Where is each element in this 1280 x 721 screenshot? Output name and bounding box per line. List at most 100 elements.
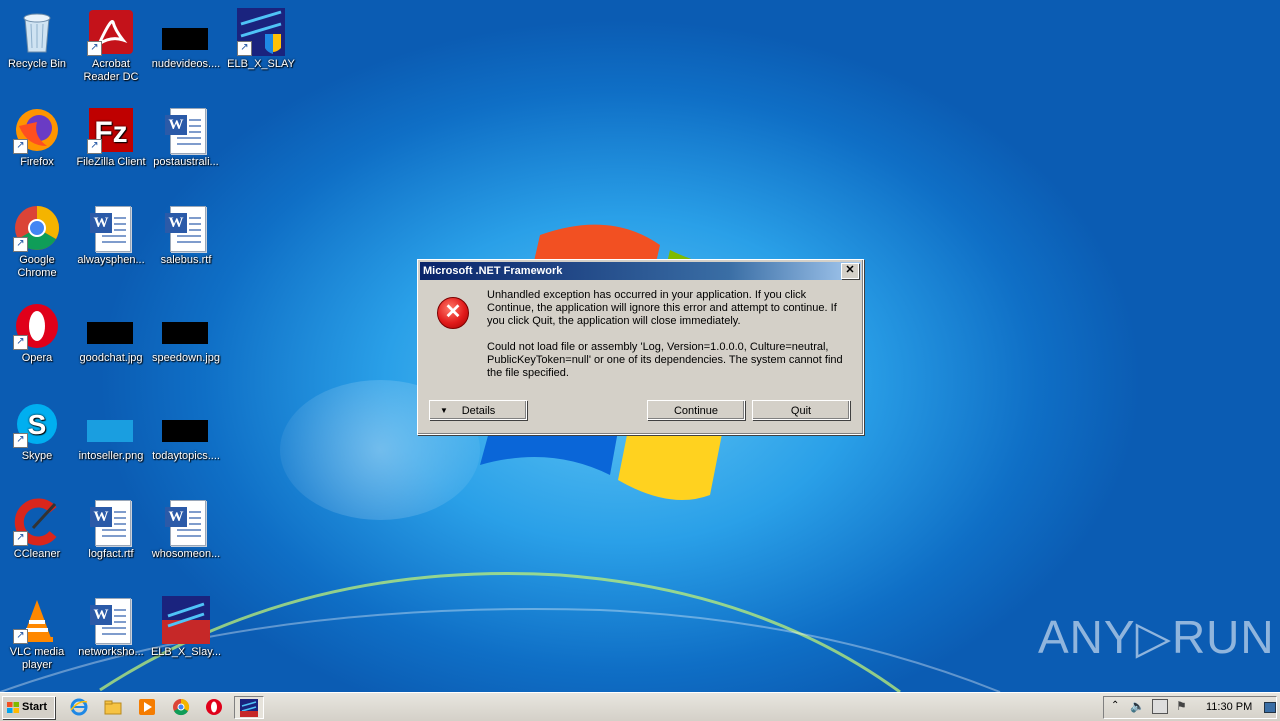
icon-label: Skype xyxy=(21,450,53,462)
desktop-icon-filezilla[interactable]: Fz ↗ FileZilla Client xyxy=(74,102,148,169)
system-tray: ⌃ 🔈 ⚑ 11:30 PM xyxy=(1103,696,1277,719)
flag-icon[interactable]: ⚑ xyxy=(1176,699,1187,713)
details-label: Details xyxy=(461,405,496,417)
shortcut-arrow-icon: ↗ xyxy=(13,531,28,546)
word-document-icon: W xyxy=(162,106,210,154)
chrome-icon[interactable] xyxy=(172,698,190,716)
desktop-icon-recycle-bin[interactable]: Recycle Bin xyxy=(0,4,74,71)
details-button[interactable]: ▼ Details xyxy=(429,400,527,420)
clock[interactable]: 11:30 PM xyxy=(1206,701,1252,713)
elb-x-slay-icon: ↗ xyxy=(237,8,285,56)
dotnet-error-dialog: Microsoft .NET Framework ✕ ✕ Unhandled e… xyxy=(417,259,864,435)
speaker-icon[interactable]: 🔈 xyxy=(1130,699,1145,713)
icon-label: logfact.rtf xyxy=(88,548,134,560)
word-document-icon: W xyxy=(87,596,135,644)
image-thumbnail-icon xyxy=(162,302,210,350)
media-player-icon[interactable] xyxy=(138,698,156,716)
elb-x-slay-icon xyxy=(240,699,258,717)
vlc-icon: ↗ xyxy=(13,596,61,644)
taskbar: Start ⌃ 🔈 ⚑ 11:30 PM xyxy=(0,692,1280,721)
desktop-icon-chrome[interactable]: ↗ Google Chrome xyxy=(0,200,74,280)
close-icon: ✕ xyxy=(845,264,855,276)
shortcut-arrow-icon: ↗ xyxy=(13,237,28,252)
desktop-icon-speedown[interactable]: speedown.jpg xyxy=(149,298,223,365)
error-message-summary: Unhandled exception has occurred in your… xyxy=(487,289,837,327)
ccleaner-icon: ↗ xyxy=(13,498,61,546)
error-message-detail: Could not load file or assembly 'Log, Ve… xyxy=(487,341,843,379)
desktop-icon-nudevideos[interactable]: nudevideos.... xyxy=(149,4,223,71)
word-document-icon: W xyxy=(162,204,210,252)
desktop-icon-intoseller[interactable]: intoseller.png xyxy=(74,396,148,463)
icon-label: Firefox xyxy=(20,156,54,168)
desktop-icon-todaytopics[interactable]: todaytopics.... xyxy=(149,396,223,463)
network-icon[interactable] xyxy=(1152,699,1168,714)
shortcut-arrow-icon: ↗ xyxy=(13,139,28,154)
shortcut-arrow-icon: ↗ xyxy=(237,41,252,56)
icon-label: Opera xyxy=(21,352,53,364)
continue-button[interactable]: Continue xyxy=(647,400,745,420)
word-document-icon: W xyxy=(87,498,135,546)
desktop-icon-firefox[interactable]: ↗ Firefox xyxy=(0,102,74,169)
icon-label: goodchat.jpg xyxy=(79,352,143,364)
icon-label: whosomeon... xyxy=(151,548,221,560)
desktop-icon-logfact[interactable]: W logfact.rtf xyxy=(74,494,148,561)
icon-label: VLC media player xyxy=(9,646,65,671)
icon-label: alwaysphen... xyxy=(77,254,145,266)
start-button[interactable]: Start xyxy=(2,696,55,719)
chrome-icon: ↗ xyxy=(13,204,61,252)
icon-label: ELB_X_SLAY xyxy=(227,58,295,70)
start-label: Start xyxy=(22,701,48,713)
desktop-icon-vlc[interactable]: ↗ VLC media player xyxy=(0,592,74,672)
desktop-icon-postaustrali[interactable]: W postaustrali... xyxy=(149,102,223,169)
desktop-icon-elb-x-slay[interactable]: ↗ ELB_X_SLAY xyxy=(224,4,298,71)
error-icon: ✕ xyxy=(437,297,469,329)
internet-explorer-icon[interactable] xyxy=(70,698,88,716)
desktop-icon-salebus[interactable]: W salebus.rtf xyxy=(149,200,223,267)
recycle-bin-icon xyxy=(13,8,61,56)
opera-icon: ↗ xyxy=(13,302,61,350)
skype-icon: S ↗ xyxy=(13,400,61,448)
quit-button[interactable]: Quit xyxy=(752,400,850,420)
icon-label: Recycle Bin xyxy=(7,58,67,70)
dialog-title-bar[interactable]: Microsoft .NET Framework ✕ xyxy=(420,262,861,280)
shortcut-arrow-icon: ↗ xyxy=(13,433,28,448)
desktop-icon-whosomeon[interactable]: W whosomeon... xyxy=(149,494,223,561)
word-document-icon: W xyxy=(162,498,210,546)
desktop-icon-ccleaner[interactable]: ↗ CCleaner xyxy=(0,494,74,561)
desktop-icon-elb-x-slay-file[interactable]: ELB_X_Slay... xyxy=(149,592,223,659)
desktop-icon-alwaysphen[interactable]: W alwaysphen... xyxy=(74,200,148,267)
icon-label: todaytopics.... xyxy=(152,450,220,462)
icon-label: speedown.jpg xyxy=(152,352,220,364)
desktop-icon-skype[interactable]: S ↗ Skype xyxy=(0,396,74,463)
opera-icon[interactable] xyxy=(205,698,223,716)
icon-label: salebus.rtf xyxy=(160,254,212,266)
word-document-icon: W xyxy=(87,204,135,252)
chevron-up-icon[interactable]: ⌃ xyxy=(1111,700,1119,711)
shortcut-arrow-icon: ↗ xyxy=(13,335,28,350)
shortcut-arrow-icon: ↗ xyxy=(87,139,102,154)
file-explorer-icon[interactable] xyxy=(104,698,122,716)
elb-x-slay-icon xyxy=(162,596,210,644)
icon-label: CCleaner xyxy=(13,548,61,560)
chevron-down-icon: ▼ xyxy=(440,406,448,415)
close-button[interactable]: ✕ xyxy=(841,263,859,279)
firefox-icon: ↗ xyxy=(13,106,61,154)
desktop-icon-networksho[interactable]: W networksho... xyxy=(74,592,148,659)
show-desktop-icon[interactable] xyxy=(1264,702,1276,713)
dialog-title: Microsoft .NET Framework xyxy=(423,265,563,277)
desktop-icon-acrobat[interactable]: ↗ Acrobat Reader DC xyxy=(74,4,148,84)
filezilla-icon: Fz ↗ xyxy=(87,106,135,154)
icon-label: ELB_X_Slay... xyxy=(150,646,222,658)
desktop-icon-opera[interactable]: ↗ Opera xyxy=(0,298,74,365)
active-task-elb-x-slay[interactable] xyxy=(234,696,264,719)
image-thumbnail-icon xyxy=(162,400,210,448)
image-thumbnail-icon xyxy=(87,302,135,350)
shortcut-arrow-icon: ↗ xyxy=(87,41,102,56)
image-thumbnail-icon xyxy=(162,8,210,56)
shortcut-arrow-icon: ↗ xyxy=(13,629,28,644)
icon-label: intoseller.png xyxy=(78,450,144,462)
icon-label: FileZilla Client xyxy=(76,156,146,168)
image-thumbnail-icon xyxy=(87,400,135,448)
acrobat-icon: ↗ xyxy=(87,8,135,56)
desktop-icon-goodchat[interactable]: goodchat.jpg xyxy=(74,298,148,365)
